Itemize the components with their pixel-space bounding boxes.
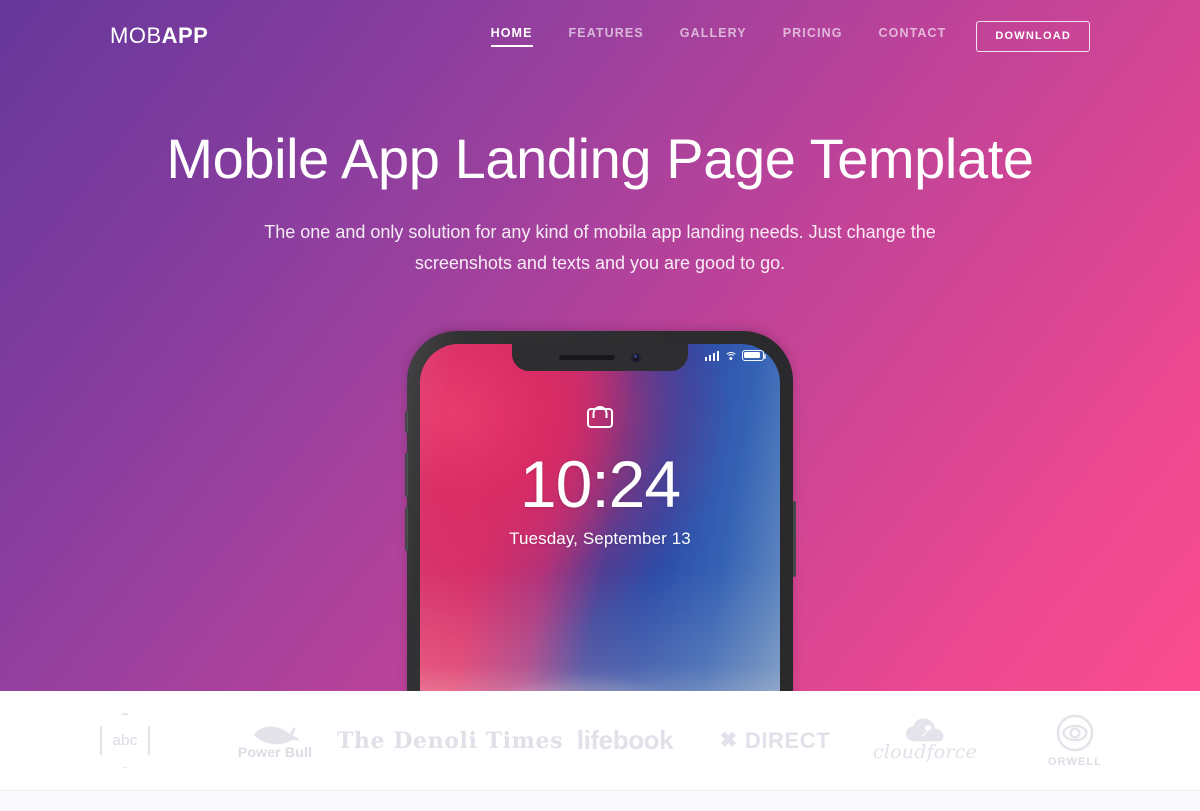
client-logo-denoli-times[interactable]: The Denoli Times <box>337 704 563 778</box>
phone-volume-down-button <box>404 507 408 551</box>
client-logo-orwell[interactable]: ORWELL <box>1000 704 1150 778</box>
brand-logo-light: MOB <box>110 23 162 48</box>
client-label-direct: DIRECT <box>744 727 831 753</box>
nav-links: HOME FEATURES GALLERY PRICING CONTACT <box>490 26 947 47</box>
phone-volume-up-button <box>404 453 408 497</box>
front-camera-icon <box>631 352 641 363</box>
nav-item-home[interactable]: HOME <box>490 26 533 47</box>
client-logo-abc[interactable]: abc <box>50 704 200 778</box>
phone-screen: 10:24 Tuesday, September 13 <box>420 344 780 691</box>
earpiece-speaker-icon <box>559 355 615 360</box>
hexagon-abc-logo-icon: abc <box>100 712 150 769</box>
client-logo-cloudforce[interactable]: cloudforce <box>850 704 1000 778</box>
hero-section: MOBAPP HOME FEATURES GALLERY PRICING CON… <box>0 0 1200 691</box>
download-button[interactable]: DOWNLOAD <box>976 20 1090 52</box>
client-logo-power-bull[interactable]: Power Bull <box>200 704 350 778</box>
nav-item-features[interactable]: FEATURES <box>569 26 644 47</box>
lock-icon <box>587 406 613 428</box>
page-bottom-strip <box>0 791 1200 811</box>
eye-logo-icon <box>1056 714 1094 751</box>
client-logo-direct[interactable]: ✖ DIRECT <box>700 704 850 778</box>
signal-bars-icon <box>704 350 719 361</box>
lockscreen-clock: 10:24 Tuesday, September 13 <box>420 451 780 549</box>
main-navbar: MOBAPP HOME FEATURES GALLERY PRICING CON… <box>0 0 1200 72</box>
wifi-icon <box>724 351 737 361</box>
hero-copy: Mobile App Landing Page Template The one… <box>0 127 1200 279</box>
phone-power-button <box>792 501 796 577</box>
client-logo-strip: abc Power Bull The Denoli Times lifebook… <box>0 691 1200 791</box>
nav-item-pricing[interactable]: PRICING <box>783 26 843 47</box>
nav-item-contact[interactable]: CONTACT <box>879 26 947 47</box>
brand-logo[interactable]: MOBAPP <box>110 25 208 47</box>
brand-logo-bold: APP <box>161 23 209 48</box>
phone-mockup: 10:24 Tuesday, September 13 <box>404 331 796 691</box>
client-label-cloudforce: cloudforce <box>873 741 977 763</box>
client-label-orwell: ORWELL <box>1047 755 1103 768</box>
x-mark-icon: ✖ <box>719 729 738 752</box>
battery-icon <box>742 350 767 361</box>
client-logo-lifebook[interactable]: lifebook <box>550 704 700 778</box>
client-label-denoli-times: The Denoli Times <box>336 727 564 754</box>
client-label-lifebook: lifebook <box>576 725 674 755</box>
client-label-abc: abc <box>112 732 138 749</box>
phone-notch <box>512 344 688 371</box>
client-label-power-bull: Power Bull <box>237 743 313 760</box>
phone-mute-switch <box>404 411 408 433</box>
nav-item-gallery[interactable]: GALLERY <box>680 26 747 47</box>
lockscreen-date: Tuesday, September 13 <box>509 529 691 548</box>
lockscreen-time: 10:24 <box>519 447 681 521</box>
page-title: Mobile App Landing Page Template <box>166 127 1034 190</box>
phone-status-bar <box>704 350 767 361</box>
hero-subtitle: The one and only solution for any kind o… <box>264 221 936 273</box>
